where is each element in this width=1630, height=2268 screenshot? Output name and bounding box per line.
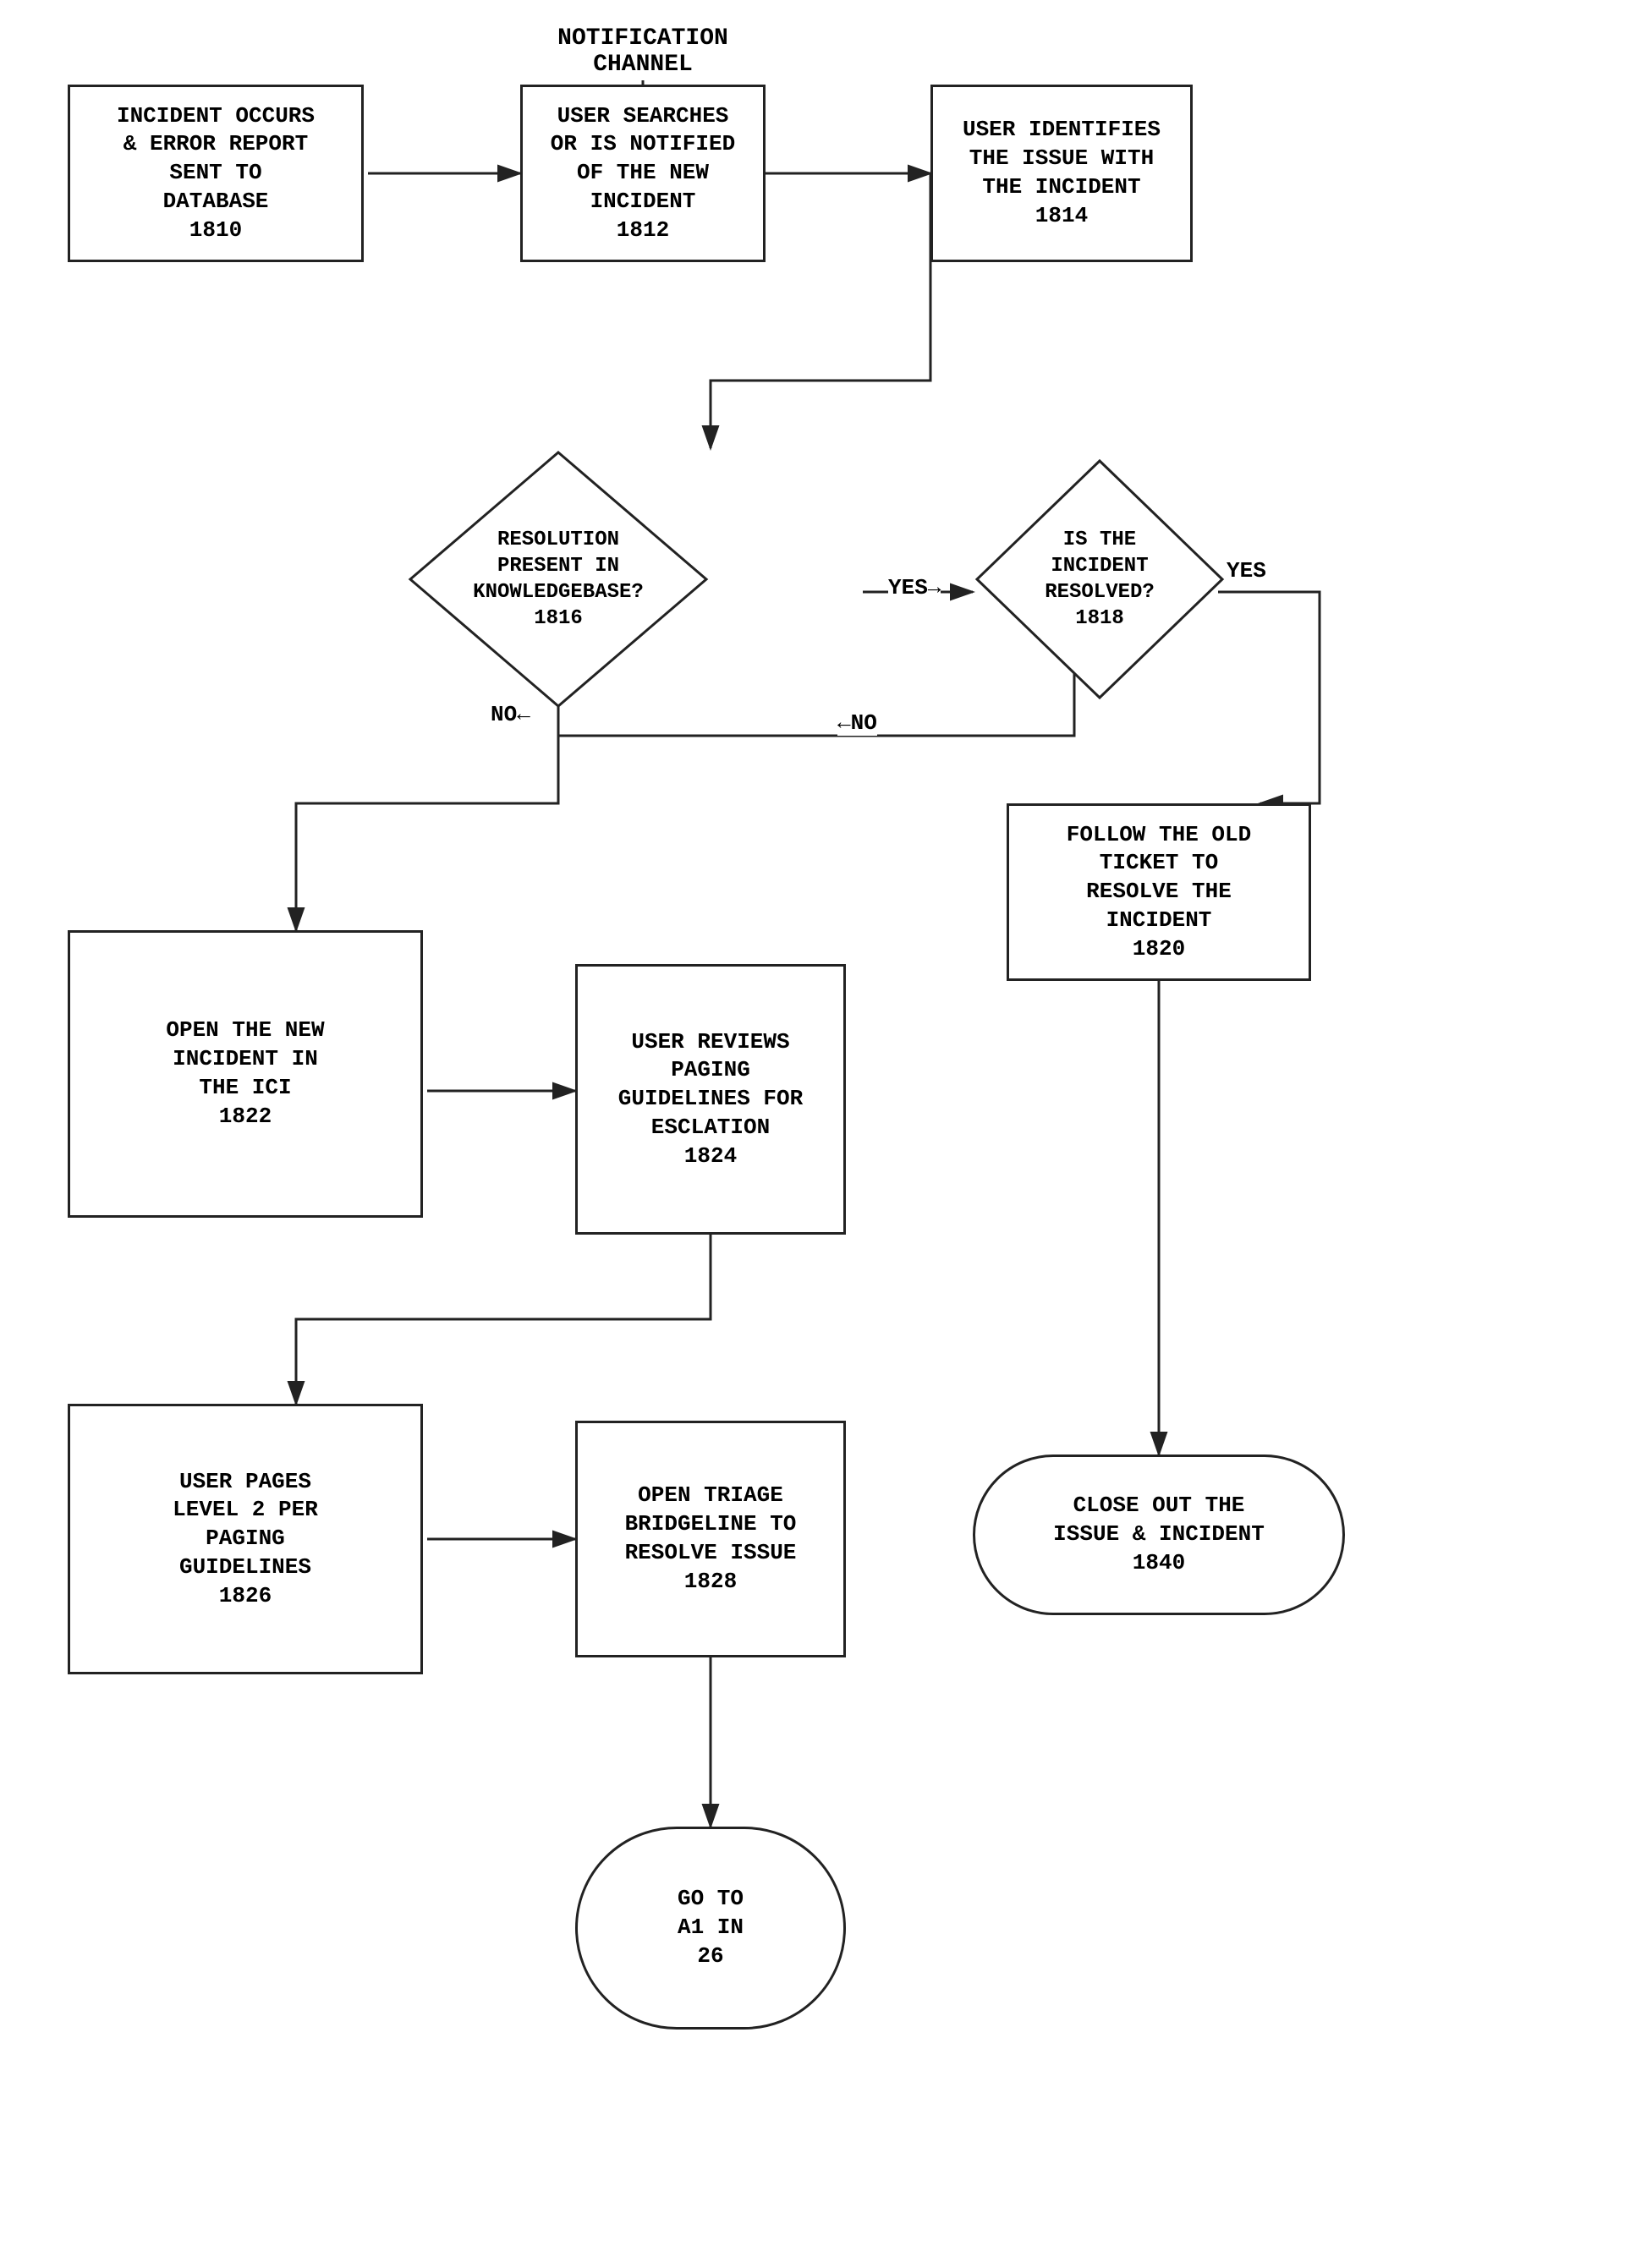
node-1840: CLOSE OUT THEISSUE & INCIDENT1840 <box>973 1454 1345 1615</box>
node-1818: IS THEINCIDENTRESOLVED?1818 <box>973 457 1227 702</box>
node-1820: FOLLOW THE OLDTICKET TORESOLVE THEINCIDE… <box>1007 803 1311 981</box>
node-1812: USER SEARCHESOR IS NOTIFIEDOF THE NEWINC… <box>520 85 766 262</box>
yes-label-1816-1818: YES→ <box>888 575 941 600</box>
yes-label-1818: YES <box>1227 558 1266 583</box>
node-1822: OPEN THE NEWINCIDENT INTHE ICI1822 <box>68 930 423 1218</box>
no-label-1816: NO← <box>491 702 530 727</box>
node-1826: USER PAGESLEVEL 2 PERPAGINGGUIDELINES182… <box>68 1404 423 1674</box>
node-1824: USER REVIEWSPAGINGGUIDELINES FORESCLATIO… <box>575 964 846 1235</box>
node-a1: GO TOA1 IN26 <box>575 1827 846 2030</box>
no-label-1818: ←NO <box>837 710 877 736</box>
node-1816: RESOLUTIONPRESENT INKNOWLEDGEBASE?1816 <box>406 448 711 710</box>
node-1810: INCIDENT OCCURS& ERROR REPORTSENT TODATA… <box>68 85 364 262</box>
node-1828: OPEN TRIAGEBRIDGELINE TORESOLVE ISSUE182… <box>575 1421 846 1657</box>
notification-channel-label: NOTIFICATIONCHANNEL <box>508 25 778 78</box>
diagram-container: NOTIFICATIONCHANNEL INCIDENT OCCURS& ERR… <box>0 0 1630 2268</box>
node-1814: USER IDENTIFIESTHE ISSUE WITHTHE INCIDEN… <box>930 85 1193 262</box>
